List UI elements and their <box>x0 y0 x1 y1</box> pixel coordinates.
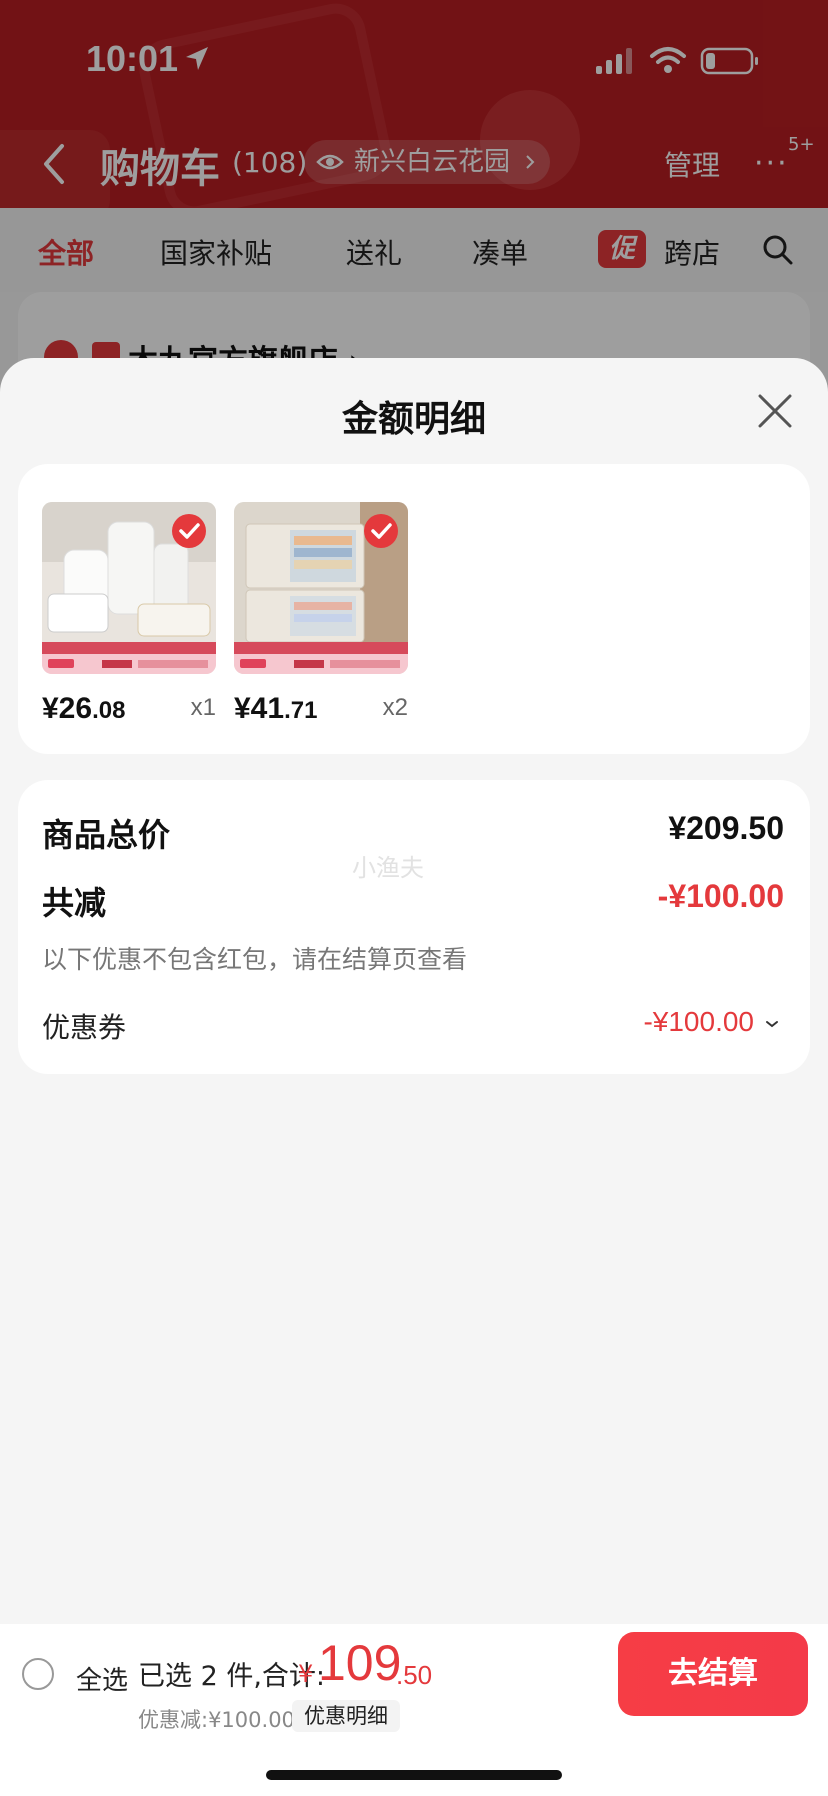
select-all-label[interactable]: 全选 <box>76 1660 128 1697</box>
total-price-label: 商品总价 <box>42 816 171 854</box>
chevron-down-icon[interactable] <box>764 1016 780 1032</box>
checkout-bar: 全选 已选 2 件,合计: ¥ 109 .50 优惠减:¥100.00 优惠明细… <box>0 1624 828 1796</box>
list-item[interactable]: ¥26.08 x1 <box>42 502 216 725</box>
selected-items-card: ¥26.08 x1 ¥41.71 x2 <box>18 464 810 754</box>
discount-value: -¥100.00 <box>657 878 784 914</box>
watermark: 小渔夫 <box>352 854 424 882</box>
item-quantity: x1 <box>190 694 216 721</box>
home-indicator <box>266 1770 562 1780</box>
select-all-radio[interactable] <box>22 1658 54 1690</box>
coupon-value[interactable]: -¥100.00 <box>643 1006 754 1038</box>
discount-note: 以下优惠不包含红包，请在结算页查看 <box>42 945 468 974</box>
discount-label: 共减 <box>42 884 107 922</box>
total-price-value: ¥209.50 <box>668 810 784 846</box>
amount-detail-sheet: 金额明细 ¥26.08 x1 ¥41.71 x2 商品总价 ¥209.50 小渔… <box>0 358 828 1796</box>
discount-detail-button[interactable]: 优惠明细 <box>292 1700 400 1732</box>
close-icon[interactable] <box>756 392 794 430</box>
selected-summary: 已选 2 件,合计: <box>138 1661 326 1692</box>
item-price: ¥26.08 <box>42 692 126 725</box>
product-image <box>42 502 216 674</box>
checked-icon[interactable] <box>172 514 206 548</box>
sheet-title: 金额明细 <box>341 399 486 440</box>
total-amount-integer: 109 <box>318 1635 402 1691</box>
item-quantity: x2 <box>382 694 408 721</box>
price-summary-card: 商品总价 ¥209.50 小渔夫 共减 -¥100.00 以下优惠不包含红包，请… <box>18 780 810 1074</box>
product-image <box>234 502 408 674</box>
total-currency: ¥ <box>298 1660 314 1688</box>
item-price: ¥41.71 <box>234 692 318 725</box>
total-amount-decimal: .50 <box>396 1660 433 1690</box>
checked-icon[interactable] <box>364 514 398 548</box>
list-item[interactable]: ¥41.71 x2 <box>234 502 408 725</box>
discount-summary: 优惠减:¥100.00 <box>138 1708 295 1732</box>
checkout-button[interactable]: 去结算 <box>618 1632 808 1716</box>
coupon-label: 优惠券 <box>42 1011 127 1044</box>
